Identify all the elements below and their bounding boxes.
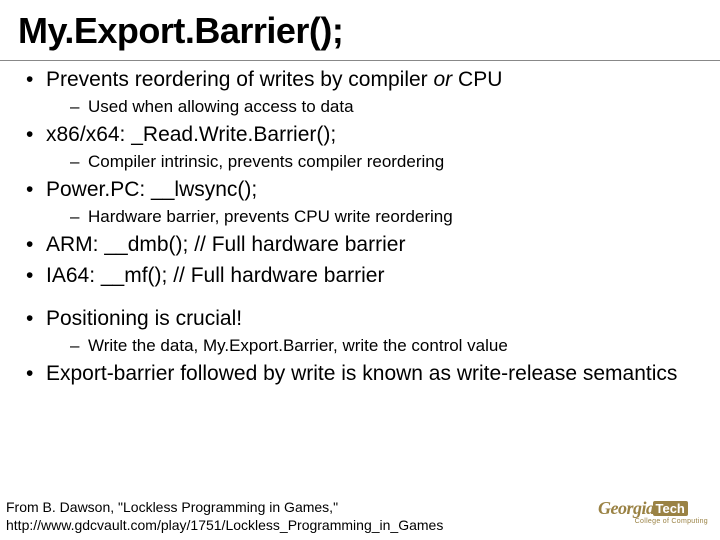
bullet-text: Power.PC: __lwsync(); (46, 178, 257, 201)
list-item: Export-barrier followed by write is know… (22, 361, 698, 388)
sub-list: Write the data, My.Export.Barrier, write… (46, 335, 698, 357)
bullet-text: Hardware barrier, prevents CPU write reo… (88, 207, 453, 226)
bullet-text-emph: or (434, 68, 453, 91)
list-item: ARM: __dmb(); // Full hardware barrier (22, 232, 698, 259)
bullet-text: Used when allowing access to data (88, 97, 354, 116)
bullet-text: IA64: __mf(); // Full hardware barrier (46, 264, 384, 287)
list-item: Hardware barrier, prevents CPU write reo… (46, 206, 698, 228)
slide-content: Prevents reordering of writes by compile… (0, 67, 720, 388)
bullet-list: Positioning is crucial! Write the data, … (22, 306, 698, 388)
spacer (22, 292, 698, 302)
bullet-text: CPU (452, 68, 502, 91)
sub-list: Compiler intrinsic, prevents compiler re… (46, 151, 698, 173)
bullet-text: Compiler intrinsic, prevents compiler re… (88, 152, 444, 171)
bullet-text: Positioning is crucial! (46, 307, 242, 330)
bullet-text: Write the data, My.Export.Barrier, write… (88, 336, 508, 355)
bullet-text: ARM: __dmb(); // Full hardware barrier (46, 233, 405, 256)
list-item: Positioning is crucial! Write the data, … (22, 306, 698, 357)
bullet-text: Export-barrier followed by write is know… (46, 362, 677, 385)
citation: From B. Dawson, "Lockless Programming in… (6, 499, 443, 534)
bullet-list: Prevents reordering of writes by compile… (22, 67, 698, 290)
sub-list: Used when allowing access to data (46, 96, 698, 118)
list-item: Write the data, My.Export.Barrier, write… (46, 335, 698, 357)
title-divider (0, 60, 720, 61)
logo-tech-text: Tech (653, 501, 688, 516)
slide: My.Export.Barrier(); Prevents reordering… (0, 0, 720, 540)
georgia-tech-logo: GeorgiaTech College of Computing (598, 498, 708, 530)
bullet-text: Prevents reordering of writes by compile… (46, 68, 434, 91)
list-item: IA64: __mf(); // Full hardware barrier (22, 263, 698, 290)
list-item: Compiler intrinsic, prevents compiler re… (46, 151, 698, 173)
logo-row: GeorgiaTech (598, 498, 708, 519)
list-item: Power.PC: __lwsync(); Hardware barrier, … (22, 177, 698, 228)
list-item: Used when allowing access to data (46, 96, 698, 118)
bullet-text: x86/x64: _Read.Write.Barrier(); (46, 123, 336, 146)
list-item: Prevents reordering of writes by compile… (22, 67, 698, 118)
citation-line: From B. Dawson, "Lockless Programming in… (6, 499, 443, 517)
sub-list: Hardware barrier, prevents CPU write reo… (46, 206, 698, 228)
list-item: x86/x64: _Read.Write.Barrier(); Compiler… (22, 122, 698, 173)
citation-line: http://www.gdcvault.com/play/1751/Lockle… (6, 517, 443, 535)
logo-main-text: Georgia (598, 498, 655, 518)
logo-subtext: College of Computing (598, 518, 708, 525)
slide-title: My.Export.Barrier(); (0, 10, 720, 58)
